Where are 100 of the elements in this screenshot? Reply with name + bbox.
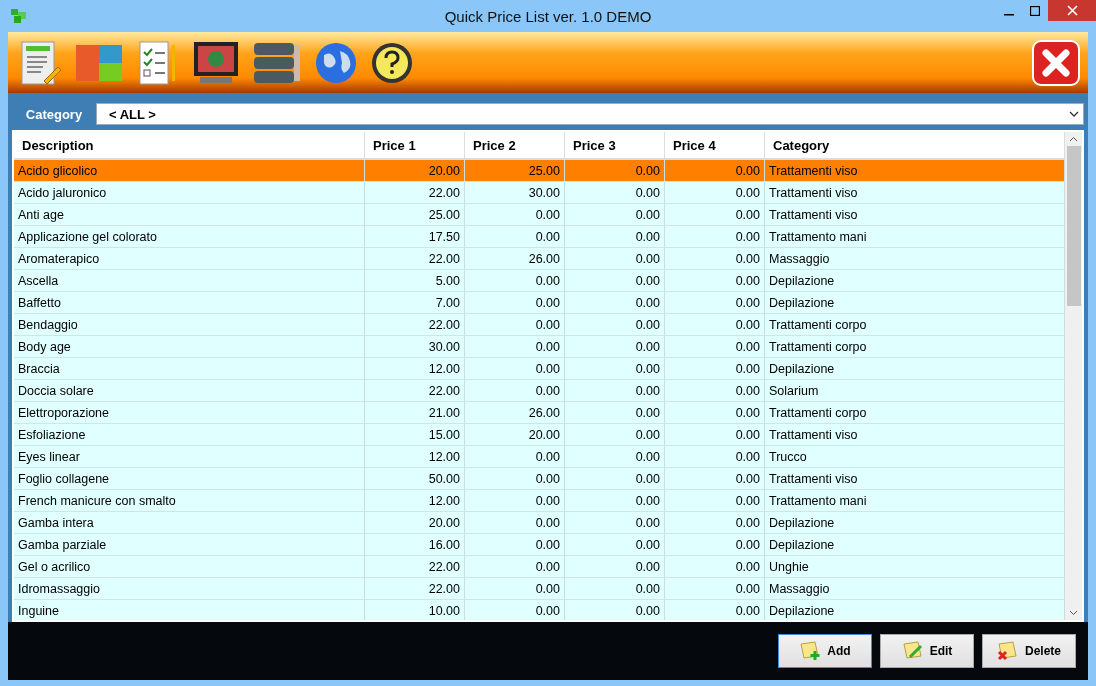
note-pencil-icon <box>901 641 924 662</box>
table-cell: 0.00 <box>565 160 665 182</box>
table-cell: 22.00 <box>365 578 465 600</box>
table-row[interactable]: Eyes linear 12.00 0.00 0.00 0.00 Trucco <box>14 446 1065 469</box>
table-cell: 0.00 <box>665 402 765 424</box>
table-cell: Ascella <box>14 270 365 292</box>
table-cell: 20.00 <box>365 160 465 182</box>
table-cell: 5.00 <box>365 270 465 292</box>
table-cell: 0.00 <box>465 534 565 556</box>
table-cell: 25.00 <box>365 204 465 226</box>
table-cell: Anti age <box>14 204 365 226</box>
add-button[interactable]: Add <box>778 634 872 669</box>
table-row[interactable]: Bendaggio 22.00 0.00 0.00 0.00 Trattamenti corpo <box>14 314 1065 337</box>
table-cell: 0.00 <box>465 204 565 226</box>
table-cell: 30.00 <box>365 336 465 358</box>
table-row[interactable]: Acido jaluronico 22.00 30.00 0.00 0.00 Trattamenti viso <box>14 182 1065 205</box>
table-cell: 0.00 <box>665 446 765 468</box>
table-cell: Gamba parziale <box>14 534 365 556</box>
table-cell: 0.00 <box>565 248 665 270</box>
table-cell: Eyes linear <box>14 446 365 468</box>
table-cell: 0.00 <box>665 468 765 490</box>
table-row[interactable]: Body age 30.00 0.00 0.00 0.00 Trattamenti corpo <box>14 336 1065 359</box>
table-cell: 0.00 <box>465 556 565 578</box>
table-cell: Bendaggio <box>14 314 365 336</box>
vertical-scrollbar[interactable] <box>1065 132 1082 621</box>
table-cell: 0.00 <box>565 380 665 402</box>
table-cell: 0.00 <box>565 578 665 600</box>
table-cell: Braccia <box>14 358 365 380</box>
table-cell: 0.00 <box>565 600 665 621</box>
table-row[interactable]: French manicure con smalto 12.00 0.00 0.00 0.00 Trattamento mani <box>14 490 1065 513</box>
table-cell: 0.00 <box>665 270 765 292</box>
table-row[interactable]: Foglio collagene 50.00 0.00 0.00 0.00 Trattamenti viso <box>14 468 1065 491</box>
table-cell: 0.00 <box>565 292 665 314</box>
table-cell: 0.00 <box>565 468 665 490</box>
table-cell: Baffetto <box>14 292 365 314</box>
table-row[interactable]: Elettroporazione 21.00 26.00 0.00 0.00 Trattamenti corpo <box>14 402 1065 425</box>
exit-icon[interactable] <box>1032 39 1080 86</box>
table-cell: 26.00 <box>465 248 565 270</box>
table-cell: Foglio collagene <box>14 468 365 490</box>
table-row[interactable]: Doccia solare 22.00 0.00 0.00 0.00 Solarium <box>14 380 1065 403</box>
window-title: Quick Price List ver. 1.0 DEMO <box>444 7 652 25</box>
table-row[interactable]: Acido glicolico 20.00 25.00 0.00 0.00 Trattamenti viso <box>14 160 1065 183</box>
table-row[interactable]: Gamba intera 20.00 0.00 0.00 0.00 Depilazione <box>14 512 1065 535</box>
column-header[interactable]: Price 3 <box>565 132 665 159</box>
chevron-up-icon[interactable] <box>1069 136 1078 143</box>
close-button[interactable] <box>1048 0 1096 21</box>
table-cell: 0.00 <box>565 424 665 446</box>
table-row[interactable]: Gamba parziale 16.00 0.00 0.00 0.00 Depilazione <box>14 534 1065 557</box>
note-plus-icon <box>799 641 822 662</box>
table-cell: 0.00 <box>565 270 665 292</box>
table-row[interactable]: Esfoliazione 15.00 20.00 0.00 0.00 Trattamenti viso <box>14 424 1065 447</box>
table-row[interactable]: Ascella 5.00 0.00 0.00 0.00 Depilazione <box>14 270 1065 293</box>
table-row[interactable]: Applicazione gel colorato 17.50 0.00 0.00 0.00 Trattamento mani <box>14 226 1065 249</box>
table-row[interactable]: Anti age 25.00 0.00 0.00 0.00 Trattamenti viso <box>14 204 1065 227</box>
column-header[interactable]: Price 4 <box>665 132 765 159</box>
table-cell: 25.00 <box>465 160 565 182</box>
table-cell: 0.00 <box>465 600 565 621</box>
table-cell: 0.00 <box>565 556 665 578</box>
table-cell: 0.00 <box>665 160 765 182</box>
help-icon[interactable] <box>370 40 414 85</box>
table-cell: 22.00 <box>365 380 465 402</box>
table-cell: Aromaterapico <box>14 248 365 270</box>
table-cell: Gel o acrilico <box>14 556 365 578</box>
table-cell: 0.00 <box>565 490 665 512</box>
document-pencil-icon[interactable] <box>18 38 62 87</box>
table-cell: 0.00 <box>665 600 765 621</box>
table-cell: 0.00 <box>465 380 565 402</box>
table-cell: Acido jaluronico <box>14 182 365 204</box>
column-header[interactable]: Description <box>14 132 365 159</box>
table-cell: 0.00 <box>465 468 565 490</box>
table-cell: 0.00 <box>565 512 665 534</box>
table-row[interactable]: Braccia 12.00 0.00 0.00 0.00 Depilazione <box>14 358 1065 381</box>
table-cell: 0.00 <box>565 314 665 336</box>
edit-button[interactable]: Edit <box>880 634 974 669</box>
table-cell: 0.00 <box>665 248 765 270</box>
column-header[interactable]: Price 2 <box>465 132 565 159</box>
table-cell: 7.00 <box>365 292 465 314</box>
table-row[interactable]: Inguine 10.00 0.00 0.00 0.00 Depilazione <box>14 600 1065 621</box>
cubes-icon <box>10 8 28 24</box>
table-cell: 22.00 <box>365 182 465 204</box>
table-cell: Inguine <box>14 600 365 621</box>
category-dropdown[interactable]: < ALL > <box>96 103 1084 126</box>
table-cell: 0.00 <box>565 204 665 226</box>
table-row[interactable]: Aromaterapico 22.00 26.00 0.00 0.00 Massaggio <box>14 248 1065 271</box>
table-row[interactable]: Gel o acrilico 22.00 0.00 0.00 0.00 Unghie <box>14 556 1065 579</box>
table-cell: 22.00 <box>365 248 465 270</box>
globe-icon[interactable] <box>314 40 358 85</box>
chevron-down-icon[interactable] <box>1069 610 1078 617</box>
table-row[interactable]: Idromassaggio 22.00 0.00 0.00 0.00 Massaggio <box>14 578 1065 601</box>
table-cell: 0.00 <box>665 534 765 556</box>
scrollbar-thumb[interactable] <box>1066 146 1081 307</box>
table-cell: Acido glicolico <box>14 160 365 182</box>
table-cell: 0.00 <box>665 292 765 314</box>
table-cell: 0.00 <box>465 446 565 468</box>
column-header[interactable]: Price 1 <box>365 132 465 159</box>
table-cell: Elettroporazione <box>14 402 365 424</box>
delete-button[interactable]: Delete <box>982 634 1076 669</box>
maximize-icon <box>1030 5 1040 16</box>
table-cell: 10.00 <box>365 600 465 621</box>
table-row[interactable]: Baffetto 7.00 0.00 0.00 0.00 Depilazione <box>14 292 1065 315</box>
